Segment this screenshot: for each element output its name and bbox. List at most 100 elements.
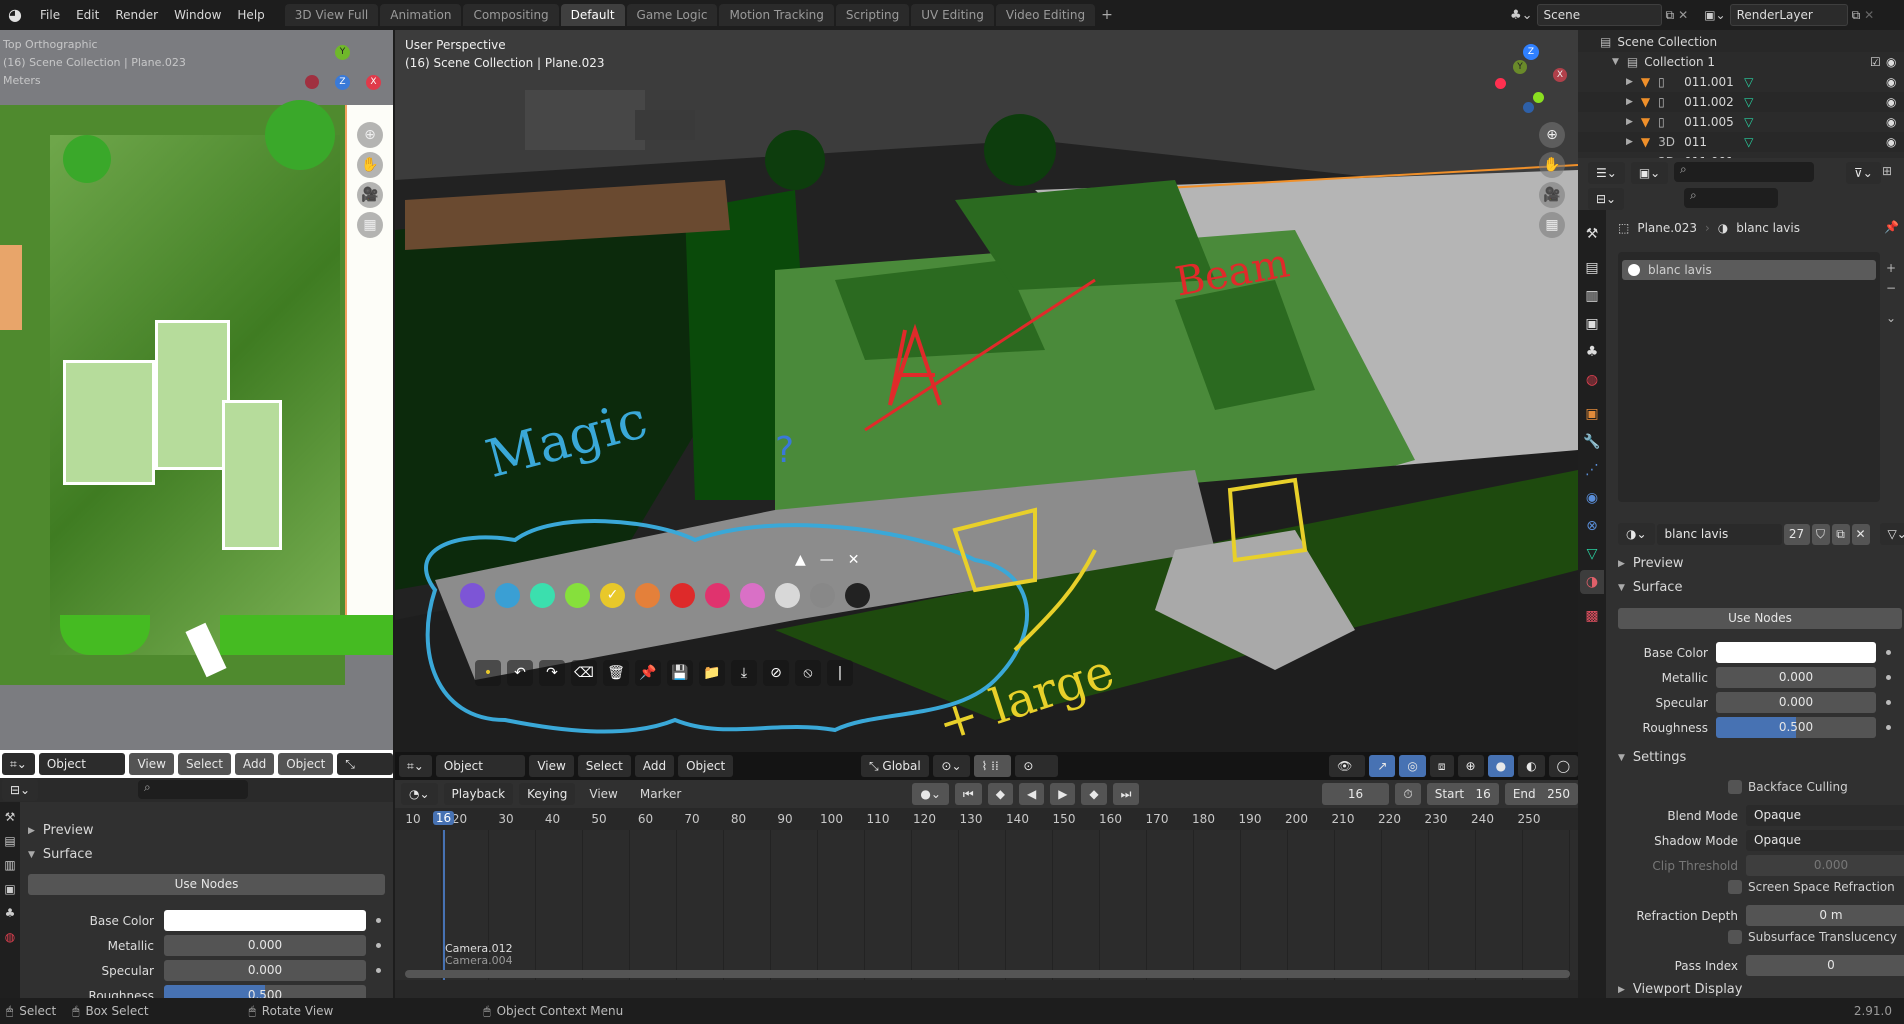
shadow-mode-dropdown[interactable]: Opaque xyxy=(1746,830,1904,851)
gizmo-neg-z-icon[interactable] xyxy=(1523,102,1534,113)
preview-section[interactable]: ▶ Preview xyxy=(28,823,94,838)
base-color-swatch[interactable] xyxy=(164,910,366,931)
material-slots-list[interactable]: blanc lavis xyxy=(1618,252,1880,502)
editor-type-icon[interactable]: ⌗⌄ xyxy=(399,755,432,777)
duplicate-material-icon[interactable]: ⧉ xyxy=(1831,523,1850,545)
keyframe-dot-icon[interactable] xyxy=(376,968,381,973)
timeline-body[interactable]: Camera.012 Camera.004 xyxy=(395,830,1578,980)
editor-type-icon[interactable]: ⌗⌄ xyxy=(2,753,35,775)
jump-end-button[interactable]: ⏭ xyxy=(1112,783,1140,805)
material-slot-item[interactable]: blanc lavis xyxy=(1622,260,1876,280)
properties-search-input[interactable]: ⌕ xyxy=(138,780,248,799)
subsurface-row[interactable]: Subsurface Translucency xyxy=(1728,930,1897,944)
render-tab-icon[interactable]: ▤ xyxy=(0,834,20,848)
menu-object[interactable]: Object xyxy=(678,755,734,777)
line-icon[interactable]: | xyxy=(827,660,853,686)
modifier-tab-icon[interactable]: 🔧 xyxy=(1580,430,1604,454)
outliner-item[interactable]: ▶ ▼ ▯ 011.002 ▽ ◉ xyxy=(1578,92,1904,112)
end-frame-field[interactable]: End 250 xyxy=(1504,783,1578,805)
main-viewport[interactable]: User Perspective (16) Scene Collection |… xyxy=(395,30,1578,752)
eye-icon[interactable]: ◉ xyxy=(1886,135,1896,149)
mode-dropdown[interactable]: Object Mode ⌄ xyxy=(38,753,126,793)
overlay-toggle[interactable]: ◎ xyxy=(1399,755,1426,777)
properties-editor-type-icon[interactable]: ⊟⌄ xyxy=(2,779,39,801)
collapsed-triangle-icon[interactable]: ▶ xyxy=(1626,117,1633,127)
texture-tab-icon[interactable]: ▩ xyxy=(1580,604,1604,628)
fake-user-icon[interactable]: ⛉ xyxy=(1811,523,1830,545)
eye-icon[interactable]: ◉ xyxy=(1886,55,1896,69)
view-layer-tab-icon[interactable]: ▣ xyxy=(1580,312,1604,336)
new-collection-icon[interactable]: ⊞ xyxy=(1882,164,1892,178)
keyframe-dot-icon[interactable] xyxy=(1886,650,1891,655)
tab-3d-view-full[interactable]: 3D View Full xyxy=(284,4,379,26)
gizmo-y-icon[interactable]: Y xyxy=(335,45,350,60)
tab-uv-editing[interactable]: UV Editing xyxy=(911,4,994,26)
prev-keyframe-button[interactable]: ◆ xyxy=(987,783,1013,805)
collapse-icon[interactable]: ▲ xyxy=(795,552,806,568)
scene-icon[interactable]: ♣⌄ xyxy=(1510,8,1533,23)
outliner-item[interactable]: ▶ ▼ 3D 011 ▽ ◉ xyxy=(1578,132,1904,152)
gizmo-x-icon[interactable]: X xyxy=(366,75,381,90)
redo-icon[interactable]: ↷ xyxy=(539,660,565,686)
timeline-editor-type-icon[interactable]: ◔⌄ xyxy=(401,783,438,805)
menu-playback[interactable]: Playback ⌄ xyxy=(443,783,514,823)
settings-section[interactable]: ▼ Settings xyxy=(1618,750,1686,765)
tab-motion-tracking[interactable]: Motion Tracking xyxy=(719,4,834,26)
zoom-icon[interactable]: ⊕ xyxy=(357,122,383,148)
color-swatch[interactable] xyxy=(845,583,870,608)
eye-icon[interactable]: ◉ xyxy=(1886,95,1896,109)
surface-field-value[interactable] xyxy=(1716,642,1876,663)
blend-mode-dropdown[interactable]: Opaque xyxy=(1746,805,1904,826)
xray-toggle[interactable]: ⧈ xyxy=(1429,755,1454,777)
snap-toggle[interactable]: ⌇ ⁞⁞⌄ xyxy=(973,755,1012,795)
use-nodes-button[interactable]: Use Nodes xyxy=(1618,608,1902,629)
remove-slot-button[interactable]: − xyxy=(1886,278,1896,298)
color-swatch[interactable]: ✓ xyxy=(600,583,625,608)
render-tab-icon[interactable]: ▤ xyxy=(1580,256,1604,280)
material-shading[interactable]: ◐ xyxy=(1518,755,1545,777)
undo-icon[interactable]: ↶ xyxy=(507,660,533,686)
backface-culling-checkbox[interactable] xyxy=(1728,780,1742,794)
keyframe-dot-icon[interactable] xyxy=(1886,675,1891,680)
outliner-item[interactable]: ▶ ▼ ▯ 011.005 ▽ ◉ xyxy=(1578,112,1904,132)
mode-dropdown[interactable]: Object Mode ⌄ xyxy=(435,755,526,795)
menu-add[interactable]: Add xyxy=(634,755,675,777)
gizmo-toggle[interactable]: ↗ xyxy=(1369,755,1396,777)
scene-selector[interactable]: Scene xyxy=(1536,4,1662,26)
ssr-row[interactable]: Screen Space Refraction xyxy=(1728,880,1895,894)
viewport-display-section[interactable]: ▶ Viewport Display xyxy=(1618,982,1742,997)
menu-object[interactable]: Object xyxy=(278,753,334,775)
view-layer-icon[interactable]: ▣⌄ xyxy=(1704,8,1725,22)
properties-search-input[interactable]: ⌕ xyxy=(1684,188,1778,208)
menu-select[interactable]: Select xyxy=(577,755,631,777)
color-swatch[interactable] xyxy=(530,583,555,608)
scene-tab-icon[interactable]: ♣ xyxy=(1580,340,1604,364)
properties-editor-type-icon[interactable]: ⊟⌄ xyxy=(1588,188,1625,210)
play-reverse-button[interactable]: ◀ xyxy=(1018,783,1045,805)
ssr-checkbox[interactable] xyxy=(1728,880,1742,894)
collapsed-triangle-icon[interactable]: ▶ xyxy=(1626,137,1633,147)
jump-start-button[interactable]: ⏮ xyxy=(954,783,982,805)
keyframe-dot-icon[interactable] xyxy=(1886,725,1891,730)
output-tab-icon[interactable]: ▥ xyxy=(1580,284,1604,308)
browse-material-icon[interactable]: ◑⌄ xyxy=(1618,523,1655,545)
grid-view-icon[interactable]: ▦ xyxy=(357,212,383,238)
tab-compositing[interactable]: Compositing xyxy=(463,4,559,26)
orientation-dropdown[interactable]: ⤡ Global ⌄ xyxy=(861,755,930,795)
timeline-scrollbar[interactable] xyxy=(405,970,1570,978)
wireframe-shading[interactable]: ⊕ xyxy=(1457,755,1484,777)
constraints-tab-icon[interactable]: ⊗ xyxy=(1580,514,1604,538)
delete-view-layer-icon[interactable]: ✕ xyxy=(1864,8,1874,22)
gizmo-z-icon[interactable]: Z xyxy=(1523,44,1539,60)
view-layer-selector[interactable]: RenderLayer xyxy=(1729,4,1848,26)
menu-keying[interactable]: Keying ⌄ xyxy=(519,783,576,823)
collapsed-triangle-icon[interactable]: ▶ xyxy=(1626,77,1633,87)
keyframe-dot-icon[interactable] xyxy=(376,918,381,923)
surface-field-value[interactable]: 0.500 xyxy=(1716,717,1876,738)
pin-icon[interactable]: 📌 xyxy=(635,660,661,686)
particles-tab-icon[interactable]: ⋰ xyxy=(1580,458,1604,482)
tab-scripting[interactable]: Scripting xyxy=(835,4,910,26)
specular-field[interactable]: 0.000 xyxy=(164,960,366,981)
keyframe-dot-icon[interactable] xyxy=(376,943,381,948)
outliner-filter-icon[interactable]: ⊽⌄ xyxy=(1846,162,1881,184)
